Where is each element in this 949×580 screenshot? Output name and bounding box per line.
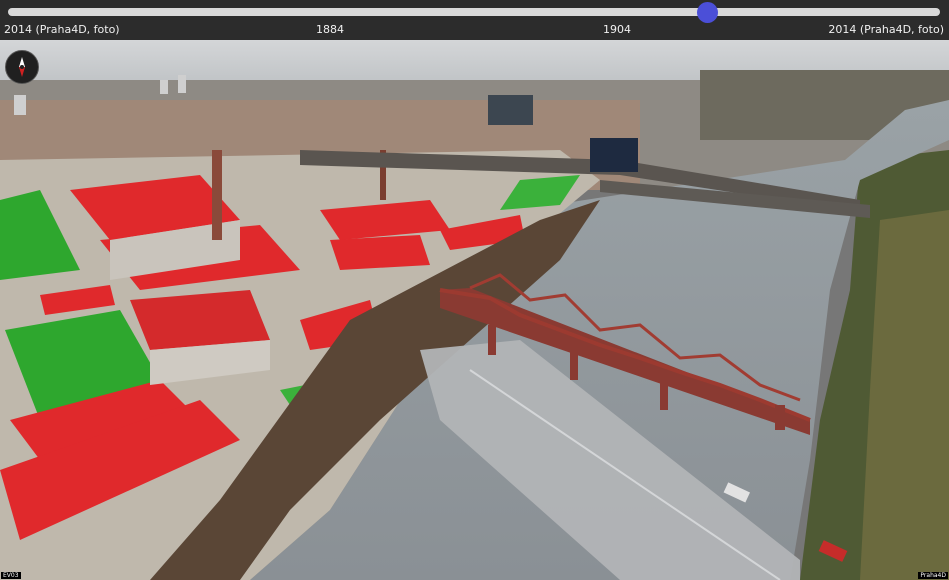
timeline-bar: 2014 (Praha4D, foto) 1884 1904 2014 (Pra… bbox=[0, 0, 949, 40]
timeline-start-label: 2014 (Praha4D, foto) bbox=[4, 23, 120, 36]
time-slider-thumb[interactable] bbox=[697, 2, 718, 23]
corner-logo-left: EV03 bbox=[1, 572, 21, 579]
city-scene bbox=[0, 40, 949, 580]
timeline-end-label: 2014 (Praha4D, foto) bbox=[828, 23, 944, 36]
timeline-mark-1884-label: 1884 bbox=[316, 23, 344, 36]
timeline-mark-1904-label: 1904 bbox=[603, 23, 631, 36]
map-3d-view[interactable] bbox=[0, 40, 949, 580]
time-slider-track[interactable] bbox=[8, 8, 940, 16]
corner-logo-right: Praha4D bbox=[918, 572, 948, 579]
compass-needle bbox=[19, 57, 25, 77]
compass-icon[interactable] bbox=[5, 50, 39, 84]
